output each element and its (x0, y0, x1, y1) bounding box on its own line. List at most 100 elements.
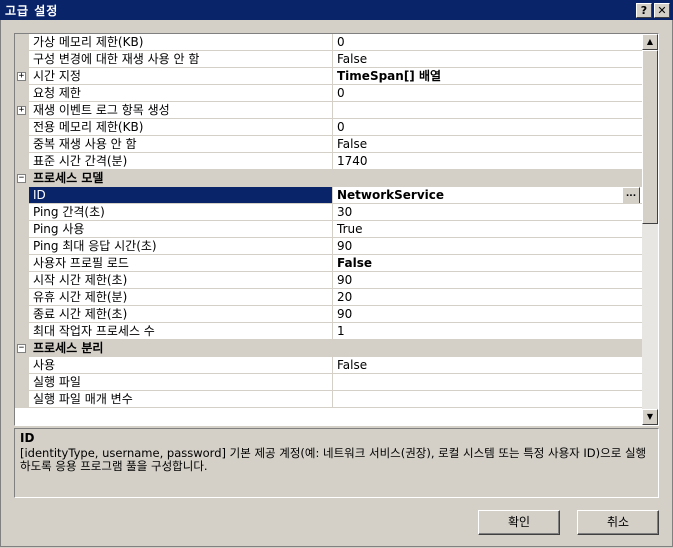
property-name[interactable]: 사용 (29, 357, 333, 374)
window-title: 고급 설정 (5, 4, 59, 18)
property-row[interactable]: 실행 파일 (15, 374, 642, 391)
category-label: 프로세스 모델 (33, 171, 104, 185)
row-gutter (15, 323, 29, 340)
property-value[interactable]: 20 (333, 289, 642, 306)
row-gutter (15, 221, 29, 238)
property-value[interactable]: 0 (333, 85, 642, 102)
property-value[interactable]: 0 (333, 34, 642, 51)
row-gutter (15, 272, 29, 289)
row-gutter (15, 255, 29, 272)
property-name[interactable]: 시작 시간 제한(초) (29, 272, 333, 289)
property-value[interactable] (333, 391, 642, 408)
row-gutter (15, 204, 29, 221)
property-value[interactable]: 90 (333, 306, 642, 323)
ok-button[interactable]: 확인 (478, 510, 560, 535)
property-name[interactable]: 요청 제한 (29, 85, 333, 102)
property-row[interactable]: 유휴 시간 제한(분) 20 (15, 289, 642, 306)
property-name[interactable]: 종료 시간 제한(초) (29, 306, 333, 323)
property-row[interactable]: 시작 시간 제한(초) 90 (15, 272, 642, 289)
property-name[interactable]: 실행 파일 매개 변수 (29, 391, 333, 408)
property-row[interactable]: ID NetworkService... (15, 187, 642, 204)
row-gutter (15, 136, 29, 153)
property-value-text: NetworkService (337, 188, 445, 202)
description-title: ID (20, 431, 35, 445)
property-value[interactable]: False (333, 51, 642, 68)
property-name[interactable]: 가상 메모리 제한(KB) (29, 34, 333, 51)
property-value[interactable]: 1740 (333, 153, 642, 170)
row-gutter (15, 391, 29, 408)
collapse-icon[interactable]: − (17, 174, 26, 183)
property-value[interactable] (333, 102, 642, 119)
property-row[interactable]: Ping 사용 True (15, 221, 642, 238)
property-row[interactable]: 사용자 프로필 로드 False (15, 255, 642, 272)
property-value[interactable] (333, 374, 642, 391)
property-name[interactable]: Ping 간격(초) (29, 204, 333, 221)
scroll-up-icon[interactable]: ▲ (642, 34, 658, 50)
category-row[interactable]: − 프로세스 모델 (15, 170, 642, 187)
row-gutter (15, 187, 29, 204)
category-label: 프로세스 분리 (33, 341, 104, 355)
vertical-scrollbar[interactable]: ▲ ▼ (642, 34, 658, 425)
property-value[interactable]: False (333, 357, 642, 374)
property-name[interactable]: 사용자 프로필 로드 (29, 255, 333, 272)
property-name[interactable]: 중복 재생 사용 안 함 (29, 136, 333, 153)
property-name[interactable]: 시간 지정 (29, 68, 333, 85)
description-panel: ID [identityType, username, password] 기본… (14, 428, 659, 498)
property-name[interactable]: 표준 시간 간격(분) (29, 153, 333, 170)
row-gutter (15, 289, 29, 306)
property-value[interactable]: True (333, 221, 642, 238)
description-text: [identityType, username, password] 기본 제공… (20, 446, 647, 473)
row-gutter (15, 119, 29, 136)
property-name[interactable]: Ping 사용 (29, 221, 333, 238)
property-name[interactable]: 최대 작업자 프로세스 수 (29, 323, 333, 340)
property-row[interactable]: 구성 변경에 대한 재생 사용 안 함 False (15, 51, 642, 68)
property-value[interactable]: TimeSpan[] 배열 (333, 68, 642, 85)
property-value[interactable]: 0 (333, 119, 642, 136)
property-row[interactable]: 최대 작업자 프로세스 수1 (15, 323, 642, 340)
property-value[interactable]: 90 (333, 238, 642, 255)
property-row[interactable]: 표준 시간 간격(분) 1740 (15, 153, 642, 170)
property-name[interactable]: 유휴 시간 제한(분) (29, 289, 333, 306)
property-row[interactable]: 종료 시간 제한(초) 90 (15, 306, 642, 323)
category-row[interactable]: − 프로세스 분리 (15, 340, 642, 357)
scroll-down-icon[interactable]: ▼ (642, 409, 658, 425)
property-name[interactable]: Ping 최대 응답 시간(초) (29, 238, 333, 255)
close-button[interactable]: ✕ (654, 3, 670, 18)
property-row[interactable]: Ping 간격(초) 30 (15, 204, 642, 221)
property-name[interactable]: 실행 파일 (29, 374, 333, 391)
cancel-button[interactable]: 취소 (577, 510, 659, 535)
collapse-icon[interactable]: − (17, 344, 26, 353)
scroll-thumb[interactable] (642, 50, 658, 224)
property-name[interactable]: 재생 이벤트 로그 항목 생성 (29, 102, 333, 119)
row-gutter (15, 153, 29, 170)
property-grid[interactable]: 가상 메모리 제한(KB) 0 구성 변경에 대한 재생 사용 안 함 False + 시… (14, 33, 659, 426)
row-gutter (15, 357, 29, 374)
help-button[interactable]: ? (636, 3, 652, 18)
property-value[interactable]: 90 (333, 272, 642, 289)
ellipsis-button[interactable]: ... (622, 187, 640, 203)
row-gutter (15, 306, 29, 323)
property-row[interactable]: + 시간 지정 TimeSpan[] 배열 (15, 68, 642, 85)
property-row[interactable]: + 재생 이벤트 로그 항목 생성 (15, 102, 642, 119)
property-row[interactable]: Ping 최대 응답 시간(초) 90 (15, 238, 642, 255)
property-value[interactable]: 1 (333, 323, 642, 340)
property-row[interactable]: 요청 제한 0 (15, 85, 642, 102)
property-value[interactable]: NetworkService... (333, 187, 642, 204)
row-gutter (15, 51, 29, 68)
property-grid-rows: 가상 메모리 제한(KB) 0 구성 변경에 대한 재생 사용 안 함 False + 시… (15, 34, 642, 425)
property-value[interactable]: False (333, 136, 642, 153)
row-gutter (15, 374, 29, 391)
expand-icon[interactable]: + (17, 72, 26, 81)
property-name[interactable]: 구성 변경에 대한 재생 사용 안 함 (29, 51, 333, 68)
property-value[interactable]: False (333, 255, 642, 272)
property-row[interactable]: 실행 파일 매개 변수 (15, 391, 642, 408)
property-name[interactable]: 전용 메모리 제한(KB) (29, 119, 333, 136)
row-gutter (15, 85, 29, 102)
property-row[interactable]: 가상 메모리 제한(KB) 0 (15, 34, 642, 51)
property-row[interactable]: 중복 재생 사용 안 함 False (15, 136, 642, 153)
property-name[interactable]: ID (29, 187, 333, 204)
expand-icon[interactable]: + (17, 106, 26, 115)
property-row[interactable]: 전용 메모리 제한(KB) 0 (15, 119, 642, 136)
property-row[interactable]: 사용 False (15, 357, 642, 374)
property-value[interactable]: 30 (333, 204, 642, 221)
